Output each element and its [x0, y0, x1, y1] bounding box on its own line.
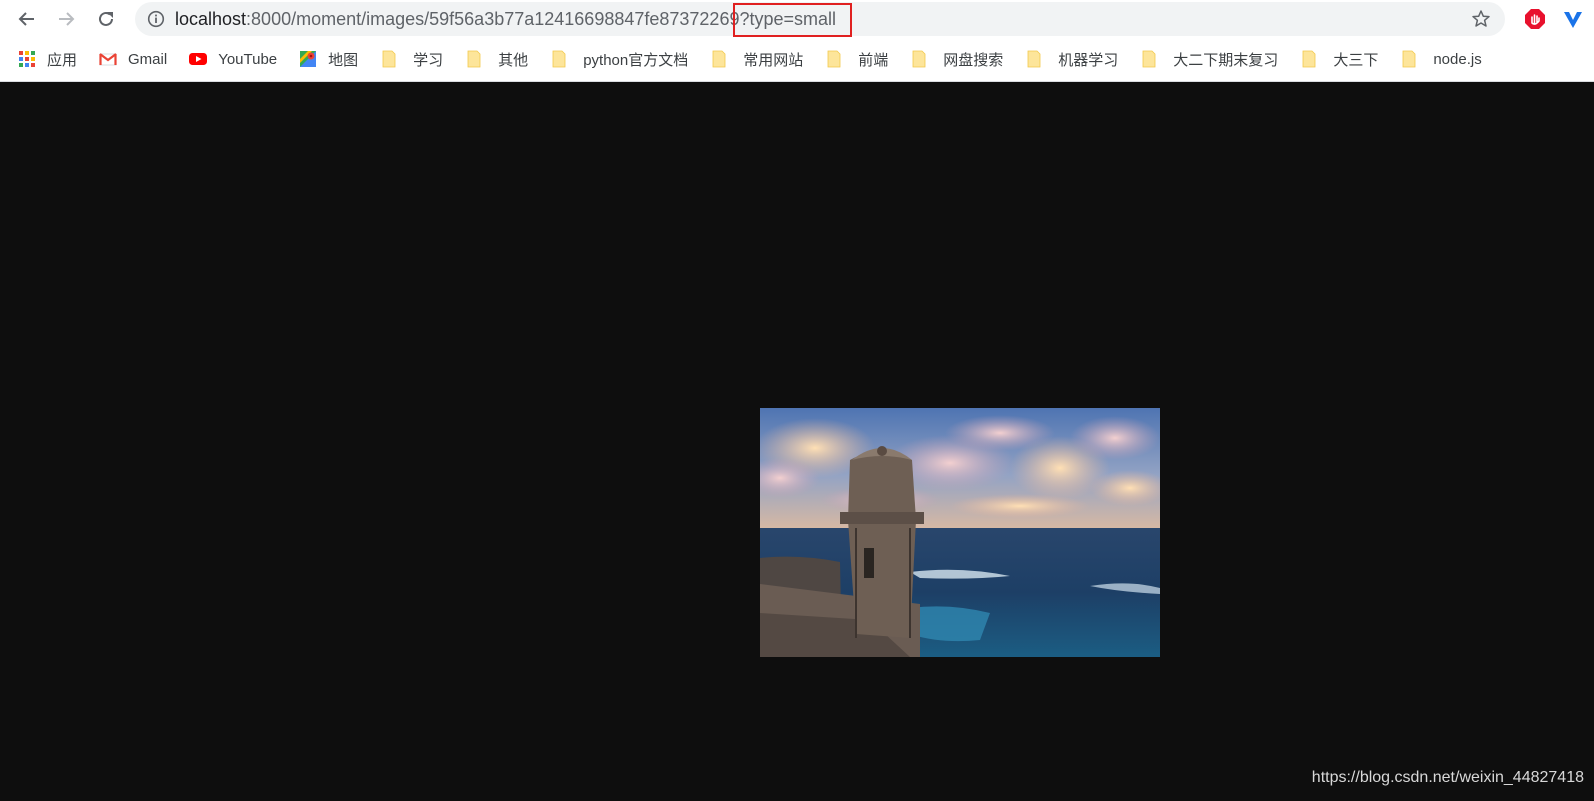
- bookmark-label: 机器学习: [1058, 51, 1119, 69]
- bookmark-label: 前端: [858, 51, 889, 69]
- reload-icon: [99, 11, 113, 26]
- bookmark-label: YouTube: [218, 50, 278, 68]
- folder-icon: [552, 50, 566, 68]
- bookmark-folder-common-sites[interactable]: 常用网站: [710, 49, 803, 70]
- gmail-icon: [99, 53, 117, 66]
- bookmark-label: 其他: [498, 51, 529, 69]
- sentry-box-over-ocean-photo: [760, 408, 1160, 657]
- arrow-right-icon: [59, 12, 75, 26]
- star-icon[interactable]: [1471, 9, 1491, 29]
- url-path: :8000/moment/images/59f56a3b77a124166988…: [246, 9, 740, 29]
- bookmarks-bar: 应用 Gmail YouTube 地图 学习 其他 python官方文档 常用网…: [0, 44, 1594, 74]
- bookmark-label: 大二下期末复习: [1173, 51, 1279, 69]
- bookmark-folder-other[interactable]: 其他: [465, 49, 528, 70]
- back-button[interactable]: [12, 4, 42, 34]
- url-host: localhost: [175, 9, 247, 29]
- folder-icon: [1402, 50, 1416, 68]
- address-bar[interactable]: localhost:8000/moment/images/59f56a3b77a…: [135, 2, 1505, 36]
- bookmark-label: 应用: [47, 51, 78, 69]
- url-query: ?type=small: [739, 9, 837, 29]
- bookmark-label: 学习: [413, 51, 444, 69]
- page-viewport: https://blog.csdn.net/weixin_44827418: [0, 82, 1594, 801]
- bookmark-label: 大三下: [1333, 51, 1379, 69]
- arrow-left-icon: [18, 12, 34, 26]
- maps-icon: [300, 51, 317, 67]
- adblock-icon[interactable]: [1524, 8, 1546, 30]
- bookmark-folder-study[interactable]: 学习: [380, 49, 443, 70]
- vpn-icon[interactable]: [1562, 8, 1584, 30]
- bookmark-label: python官方文档: [583, 51, 689, 69]
- folder-icon: [382, 50, 396, 68]
- bookmark-folder-machine-learning[interactable]: 机器学习: [1025, 49, 1118, 70]
- browser-toolbar: localhost:8000/moment/images/59f56a3b77a…: [0, 0, 1594, 38]
- bookmark-folder-python-docs[interactable]: python官方文档: [550, 49, 688, 70]
- youtube-icon: [189, 53, 208, 65]
- bookmark-folder-nodejs[interactable]: node.js: [1400, 50, 1482, 68]
- bookmark-label: 网盘搜索: [943, 51, 1004, 69]
- watermark-text: https://blog.csdn.net/weixin_44827418: [1311, 769, 1584, 786]
- forward-button[interactable]: [51, 4, 81, 34]
- url-text[interactable]: localhost:8000/moment/images/59f56a3b77a…: [175, 2, 836, 36]
- photo-graphic: [760, 408, 1160, 657]
- apps-grid-icon: [19, 51, 35, 67]
- bookmark-apps[interactable]: 应用: [18, 49, 77, 70]
- folder-icon: [1302, 50, 1316, 68]
- bookmark-label: node.js: [1433, 50, 1482, 68]
- bookmark-gmail[interactable]: Gmail: [99, 50, 167, 68]
- bookmark-label: 地图: [328, 51, 359, 69]
- folder-icon: [1027, 50, 1041, 68]
- folder-icon: [467, 50, 481, 68]
- bookmark-folder-junior-spring[interactable]: 大三下: [1300, 49, 1378, 70]
- folder-icon: [827, 50, 841, 68]
- info-icon[interactable]: [147, 10, 165, 28]
- folder-icon: [1142, 50, 1156, 68]
- folder-icon: [712, 50, 726, 68]
- bookmark-youtube[interactable]: YouTube: [189, 50, 277, 68]
- browser-chrome: localhost:8000/moment/images/59f56a3b77a…: [0, 0, 1594, 82]
- bookmark-maps[interactable]: 地图: [299, 49, 358, 70]
- bookmark-folder-final-review[interactable]: 大二下期末复习: [1140, 49, 1278, 70]
- bookmark-folder-netdisk-search[interactable]: 网盘搜索: [910, 49, 1003, 70]
- bookmark-label: 常用网站: [743, 51, 804, 69]
- folder-icon: [912, 50, 926, 68]
- bookmark-folder-frontend[interactable]: 前端: [825, 49, 888, 70]
- bookmark-label: Gmail: [128, 50, 168, 68]
- reload-button[interactable]: [91, 4, 121, 34]
